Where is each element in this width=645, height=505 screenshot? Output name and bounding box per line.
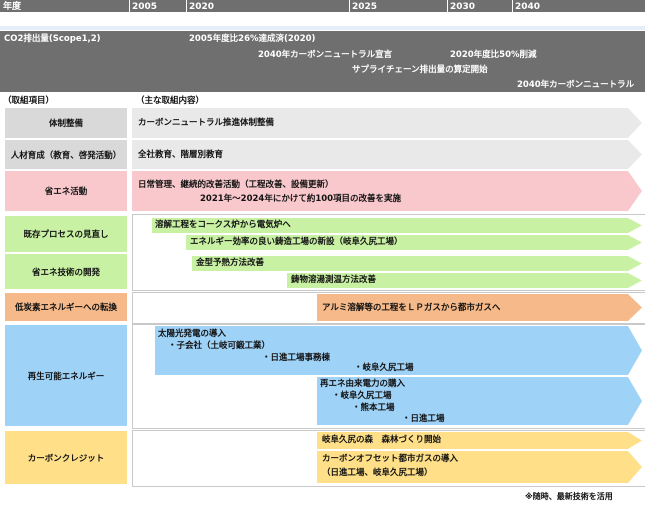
item-solar-3: ・日進工場事務棟 (262, 353, 331, 363)
milestone-supply-chain: サプライチェーン排出量の算定開始 (352, 65, 488, 75)
item-power-1: 再エネ由来電力の購入 (320, 379, 406, 389)
section-right: （主な取組内容） (136, 96, 205, 106)
label-shoene: 省エネ活動 (5, 171, 127, 211)
item-shoene-1: 日常管理、継続的改善活動（工程改善、設備更新） (138, 180, 334, 190)
label-jinzai: 人材育成（教育、啓発活動） (5, 140, 127, 169)
item-taisei: カーボンニュートラル推進体制整備 (138, 118, 275, 128)
label-gijutsu-text: 省エネ技術の開発 (31, 267, 100, 278)
item-power-4: ・日進工場 (402, 414, 445, 424)
item-kizon-1: 溶解工程をコークス炉から電気炉へ (155, 220, 291, 230)
label-kizon: 既存プロセスの見直し (5, 216, 127, 252)
milestone-50pct: 2020年度比50%削減 (450, 50, 537, 60)
section-left: （取組項目） (3, 96, 55, 106)
label-saisei: 再生可能エネルギー (5, 325, 127, 426)
item-solar-4: ・岐阜久尻工場 (354, 363, 414, 373)
footnote: ※随時、最新技術を活用 (525, 492, 613, 501)
milestone-declaration: 2040年カーボンニュートラル宣言 (258, 50, 393, 60)
item-gijutsu-2: 鋳物溶湯測温方法改善 (291, 275, 377, 285)
item-offset-2: （日進工場、岐阜久尻工場） (322, 468, 433, 478)
milestone-2020: 2005年度比26%達成済(2020) (189, 34, 316, 44)
co2-title: CO2排出量(Scope1,2) (4, 34, 101, 44)
item-offset-1: カーボンオフセット都市ガスの導入 (322, 454, 459, 464)
label-saisei-text: 再生可能エネルギー (27, 371, 105, 382)
co2-band: CO2排出量(Scope1,2) 2005年度比26%達成済(2020) 204… (0, 31, 645, 92)
item-kizon-2: エネルギー効率の良い鋳造工場の新設（岐阜久尻工場） (190, 237, 403, 247)
label-taisei-text: 体制整備 (48, 119, 83, 129)
label-gijutsu: 省エネ技術の開発 (5, 254, 127, 289)
item-power-2: ・岐阜久尻工場 (332, 391, 392, 401)
label-teitanso: 低炭素エネルギーへの転換 (5, 293, 127, 321)
arrow-shoene (132, 171, 642, 211)
item-shoene-2: 2021年～2024年にかけて約100項目の改善を実施 (200, 194, 402, 204)
label-teitanso-text: 低炭素エネルギーへの転換 (14, 303, 117, 313)
year-header: 年度 2005 2020 2025 2030 2040 (0, 0, 645, 12)
label-taisei: 体制整備 (5, 108, 127, 138)
label-carbon: カーボンクレジット (5, 431, 127, 484)
header-strip-blue (0, 26, 645, 30)
item-solar-1: 太陽光発電の導入 (158, 329, 227, 339)
item-forest: 岐阜久尻の森 森林づくり開始 (322, 435, 442, 445)
milestone-neutral: 2040年カーボンニュートラル (517, 80, 635, 90)
label-kizon-text: 既存プロセスの見直し (23, 230, 109, 240)
label-carbon-text: カーボンクレジット (27, 453, 105, 464)
item-power-3: ・熊本工場 (352, 403, 395, 413)
item-solar-2: ・子会社（土岐可鍛工業） (168, 341, 271, 351)
item-teitanso: アルミ溶解等の工程をＬＰガスから都市ガスへ (322, 303, 501, 313)
item-gijutsu-1: 金型予熱方法改善 (196, 258, 265, 268)
label-jinzai-text: 人材育成（教育、啓発活動） (10, 150, 122, 161)
label-shoene-text: 省エネ活動 (44, 187, 88, 197)
item-jinzai: 全社教育、階層別教育 (138, 150, 224, 160)
